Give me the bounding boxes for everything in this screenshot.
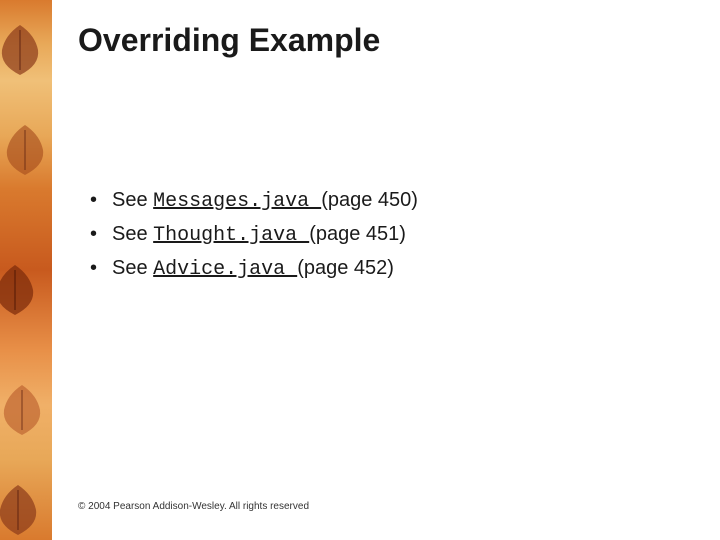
page-reference: (page 451): [309, 223, 406, 245]
filename-link[interactable]: Messages.java: [153, 190, 321, 213]
filename-link[interactable]: Advice.java: [153, 258, 297, 281]
leaf-icon: [0, 260, 45, 320]
bullet-prefix: See: [112, 257, 153, 279]
left-decorative-strip: [0, 0, 52, 540]
page-reference: (page 452): [297, 257, 394, 279]
leaf-icon: [0, 480, 48, 540]
bullet-prefix: See: [112, 223, 153, 245]
leaf-icon: [0, 20, 50, 80]
page-reference: (page 450): [321, 189, 418, 211]
bullet-prefix: See: [112, 189, 153, 211]
slide-title: Overriding Example: [78, 22, 700, 59]
copyright-footer: © 2004 Pearson Addison-Wesley. All right…: [78, 501, 309, 512]
slide-content: Overriding Example See Messages.java (pa…: [78, 22, 700, 291]
leaf-icon: [0, 120, 52, 180]
list-item: See Advice.java (page 452): [90, 257, 700, 281]
bullet-list: See Messages.java (page 450) See Thought…: [78, 189, 700, 281]
list-item: See Thought.java (page 451): [90, 223, 700, 247]
leaf-icon: [0, 380, 52, 440]
filename-link[interactable]: Thought.java: [153, 224, 309, 247]
list-item: See Messages.java (page 450): [90, 189, 700, 213]
